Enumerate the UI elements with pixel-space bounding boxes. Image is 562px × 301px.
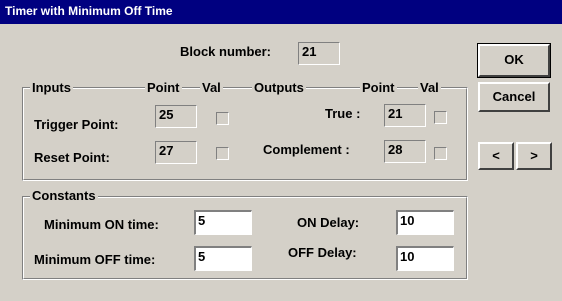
on-delay-input[interactable]: 10: [396, 210, 454, 235]
outputs-group-label: Outputs: [252, 80, 306, 95]
true-point-field: 21: [384, 104, 426, 127]
inputs-outputs-group: [22, 87, 468, 181]
inputs-point-header: Point: [145, 80, 182, 95]
min-off-input[interactable]: 5: [194, 246, 252, 271]
off-delay-label: OFF Delay:: [288, 245, 357, 260]
title-bar: Timer with Minimum Off Time: [0, 0, 562, 24]
true-label: True :: [325, 106, 361, 121]
cancel-button-label: Cancel: [492, 89, 536, 104]
complement-label: Complement :: [263, 142, 350, 157]
true-val-checkbox[interactable]: [434, 111, 447, 124]
outputs-val-header: Val: [418, 80, 441, 95]
next-button[interactable]: >: [516, 142, 552, 170]
off-delay-input[interactable]: 10: [396, 246, 454, 271]
outputs-point-header: Point: [360, 80, 397, 95]
reset-point-field: 27: [155, 141, 197, 164]
complement-point-field: 28: [384, 140, 426, 163]
on-delay-label: ON Delay:: [297, 215, 360, 230]
inputs-val-header: Val: [200, 80, 223, 95]
complement-val-checkbox[interactable]: [434, 147, 447, 160]
window-title: Timer with Minimum Off Time: [5, 4, 173, 18]
trigger-point-label: Trigger Point:: [34, 117, 119, 132]
inputs-group-label: Inputs: [30, 80, 73, 95]
min-on-input[interactable]: 5: [194, 210, 252, 235]
block-number-label: Block number:: [180, 44, 272, 59]
min-on-label: Minimum ON time:: [44, 217, 159, 232]
min-off-label: Minimum OFF time:: [34, 252, 156, 267]
trigger-point-field: 25: [155, 105, 197, 128]
prev-button[interactable]: <: [478, 142, 514, 170]
prev-button-label: <: [492, 148, 500, 163]
block-number-field: 21: [298, 42, 340, 65]
next-button-label: >: [530, 148, 538, 163]
reset-val-checkbox[interactable]: [216, 147, 229, 160]
reset-point-label: Reset Point:: [34, 150, 110, 165]
constants-group-label: Constants: [30, 188, 98, 203]
ok-button-label: OK: [504, 52, 524, 67]
cancel-button[interactable]: Cancel: [478, 82, 550, 112]
trigger-val-checkbox[interactable]: [216, 112, 229, 125]
ok-button[interactable]: OK: [477, 43, 551, 78]
